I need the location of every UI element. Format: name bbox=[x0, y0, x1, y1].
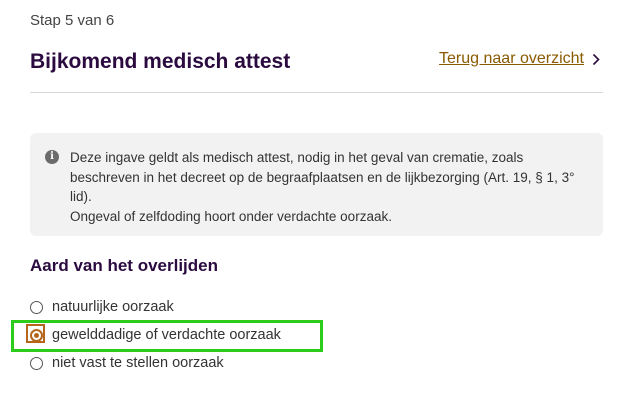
info-text-line2: Ongeval of zelfdoding hoort onder verdac… bbox=[70, 208, 392, 224]
radio-label: niet vast te stellen oorzaak bbox=[52, 355, 224, 371]
info-text: Deze ingave geldt als medisch attest, no… bbox=[70, 148, 583, 226]
section-title: Aard van het overlijden bbox=[30, 256, 218, 275]
header-divider bbox=[30, 92, 603, 93]
info-box: i Deze ingave geldt als medisch attest, … bbox=[30, 133, 603, 236]
radio-label: gewelddadige of verdachte oorzaak bbox=[52, 327, 281, 343]
radio-label: natuurlijke oorzaak bbox=[52, 299, 174, 315]
back-to-overview-label: Terug naar overzicht bbox=[439, 50, 584, 67]
chevron-right-icon bbox=[592, 53, 600, 65]
radio-button[interactable] bbox=[30, 356, 43, 370]
step-indicator: Stap 5 van 6 bbox=[30, 12, 115, 29]
radio-undetermined-cause[interactable]: niet vast te stellen oorzaak bbox=[30, 355, 224, 371]
back-to-overview-link[interactable]: Terug naar overzicht bbox=[439, 50, 600, 68]
page: Stap 5 van 6 Bijkomend medisch attest Te… bbox=[0, 0, 640, 409]
radio-violent-cause[interactable]: gewelddadige of verdachte oorzaak bbox=[30, 327, 281, 343]
radio-natural-cause[interactable]: natuurlijke oorzaak bbox=[30, 299, 174, 315]
info-text-line1: Deze ingave geldt als medisch attest, no… bbox=[70, 150, 575, 204]
radio-button[interactable] bbox=[30, 300, 43, 314]
page-title: Bijkomend medisch attest bbox=[30, 50, 291, 73]
info-icon: i bbox=[45, 150, 59, 164]
radio-button-selected[interactable] bbox=[30, 328, 43, 342]
